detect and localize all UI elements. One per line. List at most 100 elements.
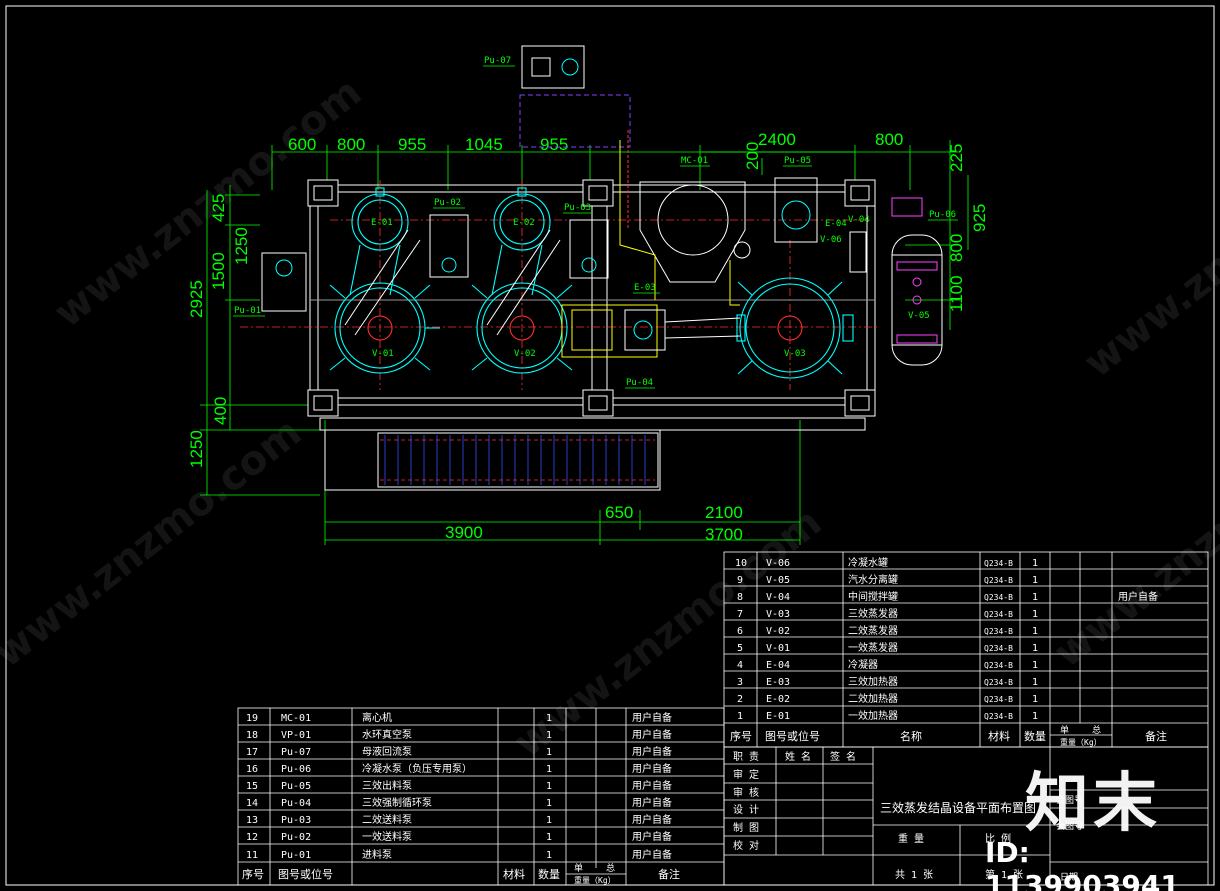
lt-row-no: 13 (246, 815, 258, 826)
rt-row-no: 5 (737, 643, 743, 654)
dim-top-600: 600 (288, 135, 316, 154)
brand-logo: 知末 (1025, 767, 1161, 841)
lt-row-code: Pu-03 (281, 815, 311, 826)
lt-row-qty: 1 (546, 850, 552, 861)
lt-row-code: Pu-06 (281, 764, 311, 775)
rt-row-mat: Q234-B (984, 610, 1013, 619)
rt-row-name: 二效加热器 (848, 692, 898, 705)
drawing-title: 三效蒸发结晶设备平面布置图 (880, 800, 1036, 815)
dim-right-1100: 1100 (947, 275, 966, 312)
label-v02: V-02 (514, 349, 536, 359)
rt-header-mat: 材料 (988, 729, 1010, 743)
tb-weight: 重 量 (898, 832, 924, 845)
equipment-labels: Pu-07 MC-01 Pu-05 E-01 E-02 Pu-02 Pu-03 … (234, 56, 956, 388)
dim-left-1500: 1500 (209, 252, 228, 290)
label-v06: V-06 (820, 235, 842, 245)
lt-row-qty: 1 (546, 781, 552, 792)
lt-row-name: 水环真空泵 (362, 728, 412, 741)
dim-200: 200 (743, 142, 762, 170)
drawing-canvas: { "drawing": { "title": "三效蒸发结晶设备平面布置图",… (0, 0, 1220, 891)
dim-top-955b: 955 (540, 135, 568, 154)
rt-row-no: 6 (737, 626, 743, 637)
lt-row-qty: 1 (546, 798, 552, 809)
lt-header-code: 图号或位号 (278, 867, 333, 881)
tb-role: 审 核 (733, 786, 759, 799)
lt-row-no: 15 (246, 781, 258, 792)
lt-row-name: 三效强制循环泵 (362, 796, 432, 809)
dim-left-425: 425 (209, 194, 228, 222)
rt-row-qty: 1 (1032, 609, 1038, 620)
dim-left-2925: 2925 (187, 280, 206, 318)
lt-row-name: 二效送料泵 (362, 813, 412, 826)
lt-header-weight: 重量（Kg） (574, 875, 616, 885)
right-table-rows: 10 V-06 冷凝水罐 Q234-B 1 9 V-05 汽水分离罐 Q234-… (730, 556, 1167, 747)
lt-row-no: 12 (246, 832, 258, 843)
lt-row-remark: 用户自备 (632, 848, 672, 861)
rt-row-name: 中间搅拌罐 (848, 590, 898, 603)
rt-row-qty: 1 (1032, 677, 1038, 688)
label-pu01: Pu-01 (234, 306, 261, 316)
stair-red-lines (380, 439, 655, 481)
lt-header-mat: 材料 (503, 867, 525, 881)
rt-row-no: 4 (737, 660, 743, 671)
tb-role: 制 图 (733, 821, 759, 834)
rt-row-code: V-01 (766, 643, 790, 654)
lt-row-qty: 1 (546, 730, 552, 741)
lt-header-remark: 备注 (658, 867, 680, 881)
rt-row-qty: 1 (1032, 575, 1038, 586)
rt-row-qty: 1 (1032, 711, 1038, 722)
label-pu04: Pu-04 (626, 378, 653, 388)
tb-role: 校 对 (733, 839, 759, 852)
lt-row-code: VP-01 (281, 730, 311, 741)
rt-row-name: 三效蒸发器 (848, 607, 898, 620)
evaporator-v01 (329, 282, 440, 374)
dim-bottom-650: 650 (605, 503, 633, 522)
platform (319, 417, 866, 491)
lt-row-code: Pu-02 (281, 832, 311, 843)
rt-row-qty: 1 (1032, 660, 1038, 671)
dim-left-1250b: 1250 (187, 430, 206, 468)
rt-header-unit: 单 (1060, 724, 1069, 736)
dim-left-1250: 1250 (232, 227, 251, 265)
lt-row-code: Pu-04 (281, 798, 311, 809)
lt-row-remark: 用户自备 (632, 813, 672, 826)
rt-row-mat: Q234-B (984, 712, 1013, 721)
rt-row-code: V-06 (766, 558, 790, 569)
lt-row-code: Pu-05 (281, 781, 311, 792)
rt-row-no: 8 (737, 592, 743, 603)
tb-sheet-total: 共 1 张 (895, 869, 933, 881)
tb-sign: 签 名 (830, 750, 856, 763)
lt-row-no: 16 (246, 764, 258, 775)
dim-225: 225 (947, 144, 966, 172)
rt-note: 用户自备 (1118, 590, 1158, 603)
rt-row-no: 3 (737, 677, 743, 688)
lt-row-remark: 用户自备 (632, 745, 672, 758)
tank-v06 (849, 231, 867, 273)
label-v03: V-03 (784, 349, 806, 359)
rt-header-total: 总 (1092, 724, 1101, 736)
tb-name: 姓 名 (785, 750, 811, 763)
lt-row-qty: 1 (546, 713, 552, 724)
lt-header-unit: 单 (574, 862, 583, 874)
right-table-grid (723, 551, 1209, 748)
label-pu06: Pu-06 (929, 210, 956, 220)
rt-row-qty: 1 (1032, 558, 1038, 569)
rt-header-qty: 数量 (1024, 730, 1046, 743)
label-pu03: Pu-03 (564, 203, 591, 213)
rt-header-name: 名称 (900, 729, 922, 743)
rt-row-name: 冷凝器 (848, 658, 878, 671)
label-e04: E-04 (825, 219, 847, 229)
rt-row-qty: 1 (1032, 626, 1038, 637)
rt-row-mat: Q234-B (984, 627, 1013, 636)
label-pu02: Pu-02 (434, 198, 461, 208)
rt-row-name: 一效加热器 (848, 709, 898, 722)
lt-row-no: 11 (246, 850, 258, 861)
rt-row-mat: Q234-B (984, 576, 1013, 585)
lt-row-remark: 用户自备 (632, 796, 672, 809)
rt-row-code: E-01 (766, 711, 790, 722)
pump-pu04 (624, 309, 741, 351)
dim-top-2400: 2400 (758, 130, 796, 149)
dim-bottom-3700: 3700 (705, 525, 743, 544)
heater-links (344, 229, 561, 336)
lt-row-code: MC-01 (281, 713, 311, 724)
